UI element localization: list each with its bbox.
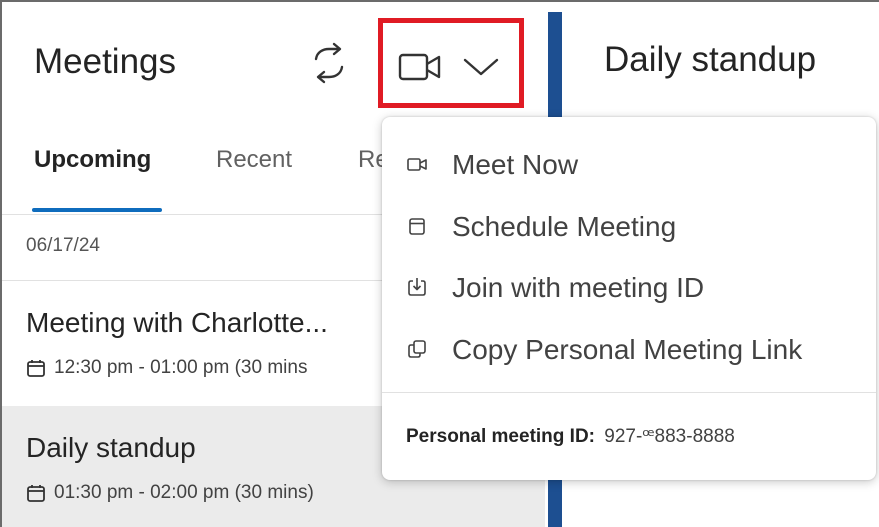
meeting-time-text: 01:30 pm - 02:00 pm (30 mins) bbox=[54, 482, 314, 503]
copy-link-icon bbox=[408, 340, 426, 358]
video-camera-icon bbox=[407, 158, 427, 171]
new-meeting-dropdown-button[interactable] bbox=[378, 18, 524, 108]
meeting-time: 12:30 pm - 01:00 pm (30 mins bbox=[26, 357, 307, 379]
meeting-time: 01:30 pm - 02:00 pm (30 mins) bbox=[26, 482, 314, 504]
menu-item-meet-now[interactable]: Meet Now bbox=[382, 135, 876, 193]
page-title: Meetings bbox=[34, 42, 177, 81]
video-camera-icon bbox=[398, 53, 441, 81]
personal-meeting-id: Personal meeting ID: 927-ꟹ883-8888 bbox=[406, 425, 735, 448]
tab-upcoming[interactable]: Upcoming bbox=[34, 146, 151, 174]
menu-item-schedule-meeting[interactable]: Schedule Meeting bbox=[382, 197, 876, 255]
calendar-icon bbox=[409, 218, 425, 235]
menu-item-join-with-meeting-id[interactable]: Join with meeting ID bbox=[382, 258, 876, 316]
calendar-icon bbox=[27, 485, 45, 502]
active-tab-indicator bbox=[32, 208, 162, 212]
menu-item-label: Join with meeting ID bbox=[452, 272, 705, 303]
menu-item-copy-personal-meeting-link[interactable]: Copy Personal Meeting Link bbox=[382, 320, 876, 378]
calendar-icon bbox=[27, 360, 45, 377]
tab-recent[interactable]: Recent bbox=[216, 146, 292, 174]
menu-item-label: Meet Now bbox=[452, 149, 579, 180]
new-meeting-dropdown-menu: Meet Now Schedule Meeting Join with meet… bbox=[382, 117, 876, 480]
menu-divider bbox=[382, 392, 876, 393]
meeting-time-text: 12:30 pm - 01:00 pm (30 mins bbox=[54, 357, 308, 378]
sync-icon[interactable] bbox=[306, 40, 352, 86]
meeting-title: Daily standup bbox=[26, 432, 196, 463]
join-icon bbox=[408, 278, 426, 296]
personal-meeting-id-value: 927-ꟹ883-8888 bbox=[604, 426, 735, 447]
personal-meeting-id-label: Personal meeting ID: bbox=[406, 426, 595, 447]
meeting-detail-title: Daily standup bbox=[604, 40, 817, 79]
menu-item-label: Schedule Meeting bbox=[452, 211, 677, 242]
chevron-down-icon bbox=[463, 58, 499, 76]
meeting-title: Meeting with Charlotte... bbox=[26, 307, 328, 338]
menu-item-label: Copy Personal Meeting Link bbox=[452, 334, 803, 365]
date-label: 06/17/24 bbox=[26, 235, 100, 256]
